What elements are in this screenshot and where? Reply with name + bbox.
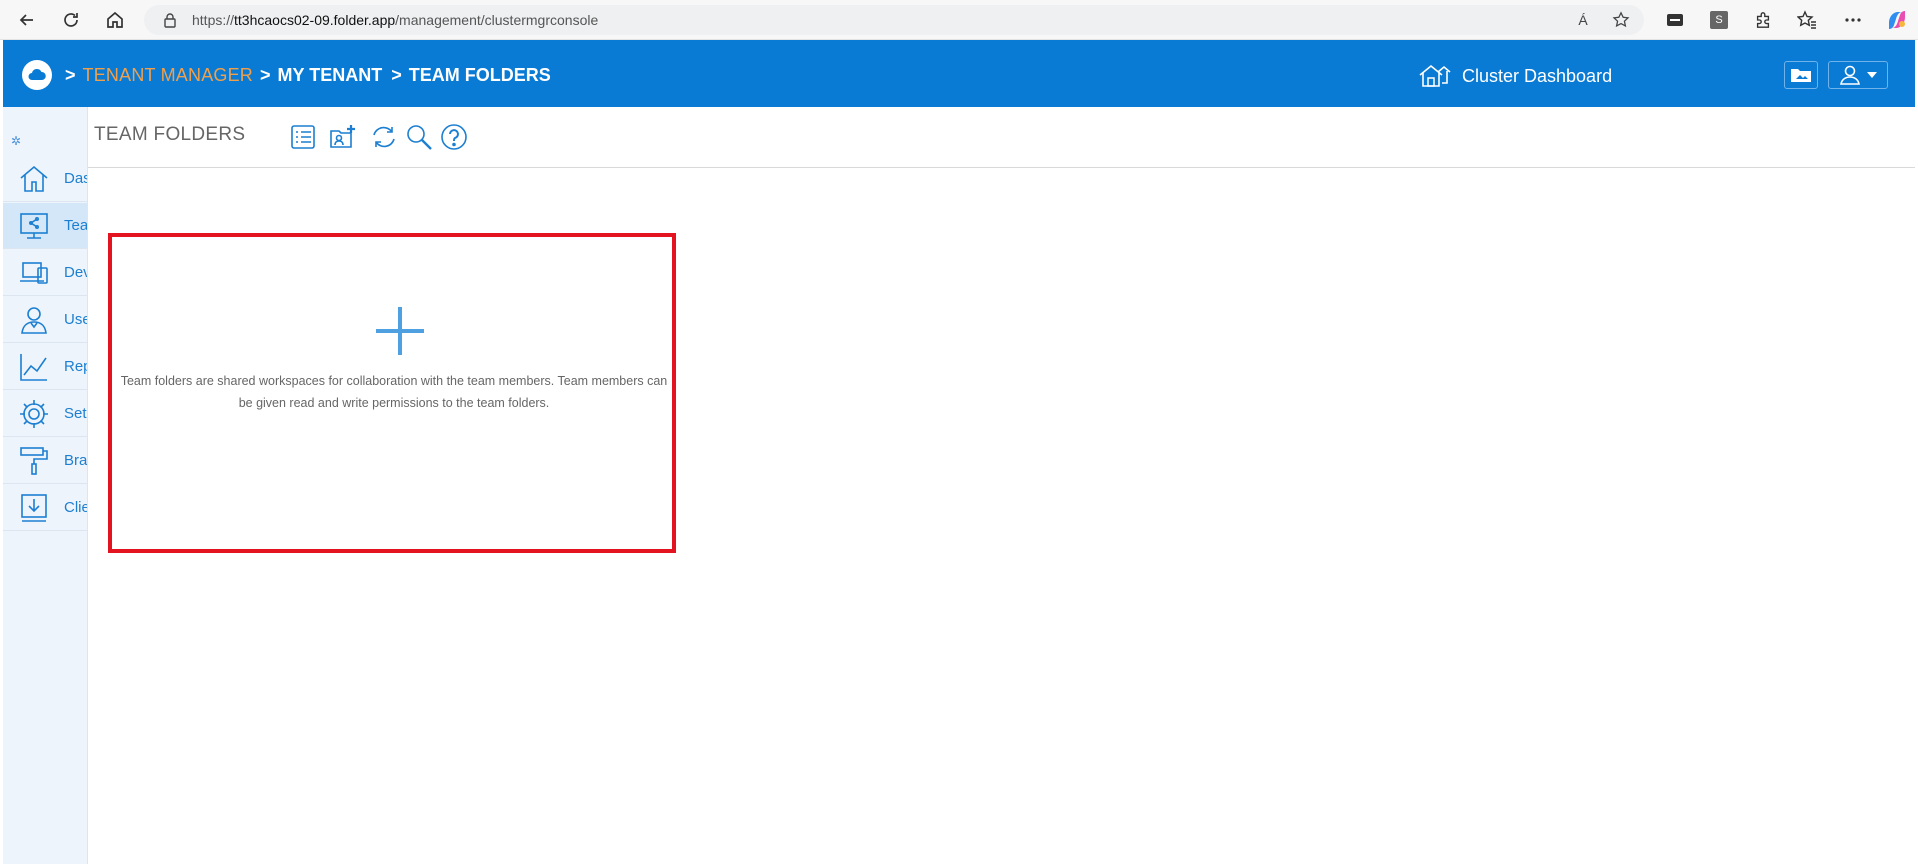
favorite-star-icon[interactable]: [1610, 10, 1632, 30]
user-icon: [17, 303, 51, 337]
sidebar-item-devices[interactable]: Dev: [3, 250, 87, 296]
search-button[interactable]: [404, 122, 434, 152]
cluster-dashboard-link[interactable]: Cluster Dashboard: [1418, 63, 1612, 89]
team-folder-icon: [17, 209, 51, 243]
breadcrumb-tenant-manager[interactable]: TENANT MANAGER: [83, 65, 254, 86]
folder-icon: [1791, 69, 1811, 82]
sidebar-item-label: Tea: [64, 217, 88, 234]
plus-icon[interactable]: [376, 307, 424, 355]
breadcrumb-my-tenant[interactable]: MY TENANT: [278, 65, 383, 86]
sidebar-item-label: Set: [64, 405, 87, 422]
toolbar-divider: [88, 167, 1915, 168]
add-folder-icon: [330, 125, 355, 148]
user-icon: [1840, 65, 1860, 85]
sidebar-item-label: Dev: [64, 264, 87, 281]
add-team-folder-button[interactable]: [328, 122, 358, 152]
refresh-icon: [373, 126, 395, 148]
breadcrumb-separator: >: [260, 65, 271, 85]
sidebar-item-dashboard[interactable]: Das: [3, 156, 87, 202]
sidebar-item-label: Das: [64, 170, 87, 187]
address-bar[interactable]: https://tt3hcaocs02-09.folder.app/manage…: [144, 5, 1644, 35]
add-team-folder-card[interactable]: Team folders are shared workspaces for c…: [108, 233, 676, 553]
cluster-dashboard-label: Cluster Dashboard: [1462, 65, 1613, 86]
folder-button[interactable]: [1784, 61, 1818, 89]
home-icon: [17, 162, 51, 196]
search-icon: [407, 125, 432, 150]
paint-roller-icon: [17, 444, 51, 478]
sidebar-item-reports[interactable]: Rep: [3, 344, 87, 390]
extension-s-icon[interactable]: S: [1708, 9, 1730, 31]
lock-icon: [164, 13, 176, 28]
help-button[interactable]: [439, 122, 469, 152]
help-icon: [441, 124, 467, 150]
extension-icon[interactable]: [1664, 9, 1686, 31]
breadcrumb-separator: >: [65, 65, 76, 85]
devices-icon: [17, 256, 51, 290]
empty-state-description: Team folders are shared workspaces for c…: [120, 374, 668, 410]
sidebar-item-clients[interactable]: Clie: [3, 485, 88, 531]
gear-icon: [17, 397, 51, 431]
sidebar-item-label: Clie: [64, 499, 88, 516]
sidebar-item-label: Bra: [64, 452, 88, 469]
cluster-house-icon: [1419, 64, 1451, 87]
user-menu-button[interactable]: [1828, 61, 1888, 89]
breadcrumb-separator: >: [391, 65, 402, 85]
more-menu-icon[interactable]: [1842, 9, 1864, 31]
sidebar-item-label: Rep: [64, 358, 87, 375]
chart-icon: [17, 350, 51, 384]
puzzle-icon[interactable]: [1752, 9, 1774, 31]
url-text: https://tt3hcaocs02-09.folder.app/manage…: [192, 12, 599, 28]
breadcrumb-team-folders: TEAM FOLDERS: [408, 65, 551, 85]
refresh-button[interactable]: [369, 122, 399, 152]
sidebar-item-team-folders[interactable]: Tea: [3, 203, 88, 249]
sidebar-item-users[interactable]: Use: [3, 297, 87, 343]
chevron-down-icon: [1867, 72, 1877, 78]
sidebar-item-settings[interactable]: Set: [3, 391, 87, 437]
list-icon: [291, 125, 315, 149]
list-view-button[interactable]: [288, 122, 318, 152]
copilot-icon[interactable]: [1886, 9, 1908, 31]
app-logo[interactable]: [22, 60, 52, 90]
page-title: TEAM FOLDERS: [94, 124, 246, 145]
sidebar-item-branding[interactable]: Bra: [3, 438, 88, 484]
breadcrumb: > TENANT MANAGER > MY TENANT > TEAM FOLD…: [65, 65, 551, 86]
home-icon[interactable]: [100, 6, 130, 34]
download-icon: [17, 491, 51, 525]
favorites-icon[interactable]: [1796, 9, 1818, 31]
back-icon[interactable]: [12, 6, 42, 34]
sidebar: ✲ Das Tea Dev Use Rep Set Bra Clie: [3, 107, 88, 864]
refresh-icon[interactable]: [56, 6, 86, 34]
read-aloud-icon[interactable]: Á: [1572, 10, 1594, 30]
browser-toolbar: https://tt3hcaocs02-09.folder.app/manage…: [0, 0, 1918, 40]
pin-icon[interactable]: ✲: [11, 134, 21, 148]
sidebar-item-label: Use: [64, 311, 87, 328]
app-header: > TENANT MANAGER > MY TENANT > TEAM FOLD…: [3, 40, 1915, 107]
